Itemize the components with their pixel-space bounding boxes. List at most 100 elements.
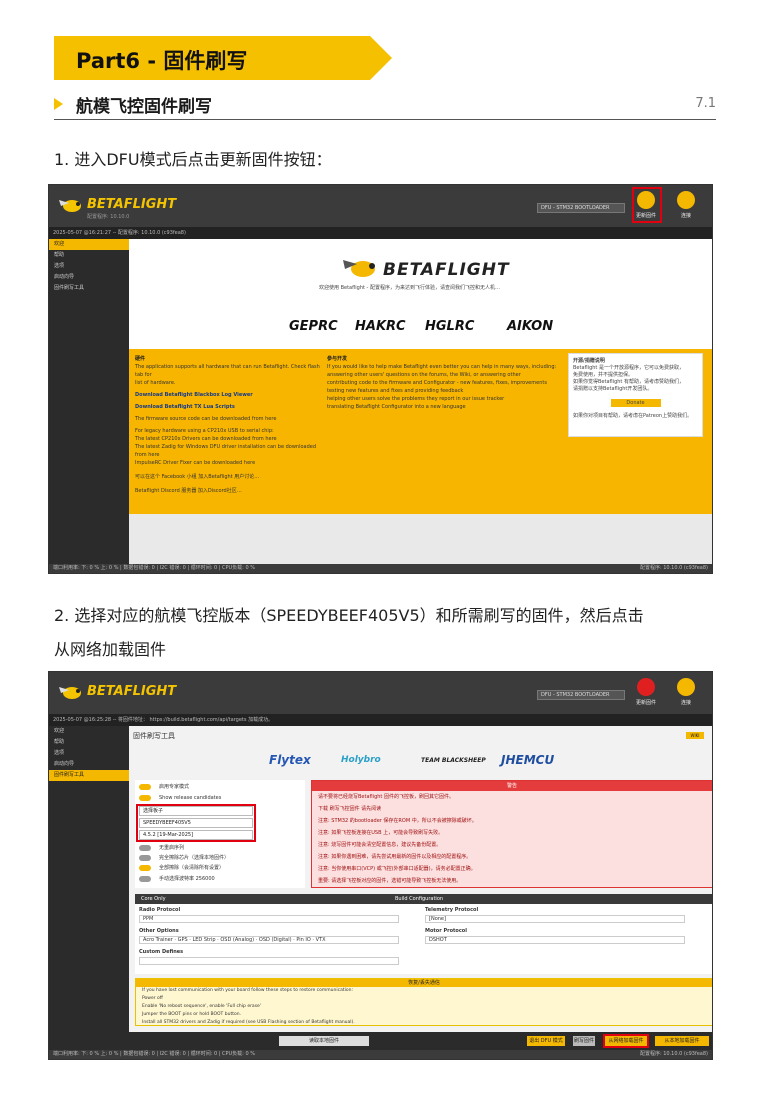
hardware-line: The latest Zadig for Windows DFU driver … [135,444,317,458]
wiki-button[interactable]: WIKI [686,732,704,739]
tool-title: 固件刷写工具 [133,732,175,740]
hardware-column: 硬件 The application supports all hardware… [135,355,320,495]
blackbox-link[interactable]: Download Betaflight Blackbox Log Viewer [135,391,320,399]
flasher-footer: 读取本地固件 退出 DFU 模式 刷写固件 从网络加载固件 从本地加载固件 [129,1032,712,1050]
build-configuration: Core Only Build Configuration Radio Prot… [135,894,712,974]
option-chip[interactable]: Pin IO [296,937,310,943]
recovery-line: Enable 'No reboot sequence', enable 'Ful… [142,1004,262,1009]
contribute-line: contributing code to the firmware and Co… [327,380,547,386]
no-reboot-toggle[interactable]: 无重启序列 [139,844,184,852]
sidebar-item-help[interactable]: 帮助 [49,737,129,748]
option-chip[interactable]: OSD (Analog) [220,937,254,943]
recovery-line: Jumper the BOOT pins or hold BOOT button… [142,1012,242,1017]
option-chip[interactable]: VTX [316,937,326,943]
option-chip[interactable]: OSD (Digital) [259,937,292,943]
recovery-line: Install all STM32 drivers and Zadig if r… [142,1020,355,1025]
facebook-text[interactable]: 可以在这个 Facebook 小组 加入Betaflight 用户讨论… [135,473,320,481]
plug-icon [677,191,695,209]
radio-protocol-select[interactable]: PPM [139,915,399,923]
warning-title: 警告 [312,781,712,791]
brand-logo: GEPRC [289,319,338,334]
warning-line: 注意: 当你使用串口(VCP) 或飞控(外部串口适配器)，请务必配置正确。 [318,866,476,872]
donate-card-line: 如果你觉得Betaflight 有帮助，请考虑赞助我们， [573,379,684,385]
connect-button[interactable]: 连接 [673,189,699,221]
toggle-switch[interactable] [139,864,151,871]
connect-button[interactable]: 连接 [673,676,699,708]
toggle-switch[interactable] [139,844,151,851]
contribute-column: 参与开发 If you would like to help make Beta… [327,355,559,411]
sidebar-item-welcome[interactable]: 欢迎 [49,239,129,250]
welcome-text: 欢迎使用 Betaflight - 配置程序，为来达到飞行体验，请查阅我们飞控和… [319,285,500,291]
other-options-select[interactable]: Acro Trainer · GPS · LED Strip · OSD (An… [139,936,399,944]
full-erase-toggle[interactable]: 全部擦除（会清除所有设置） [139,864,224,872]
full-erase-local-toggle[interactable]: 完全擦除芯片（选择本地固件） [139,854,229,862]
port-select[interactable]: DFU - STM32 BOOTLOADER [537,690,625,700]
toggle-switch[interactable] [139,783,151,790]
highlight-box [603,1034,649,1048]
step1-text: 1. 进入DFU模式后点击更新固件按钮： [54,150,332,169]
part-title: Part6 - 固件刷写 [76,49,248,73]
highlight-box [632,187,662,223]
sidebar-item-options[interactable]: 选项 [49,748,129,759]
load-local-button[interactable]: 读取本地固件 [279,1036,369,1046]
port-utilization: 端口利用率: 下: 0 % 上: 0 % | 数据包错误: 0 | I2C 错误… [53,565,255,571]
sidebar-item-flasher[interactable]: 固件刷写工具 [49,283,129,294]
hardware-line: list of hardware. [135,380,176,386]
recovery-line: Power off [142,996,163,1001]
telemetry-protocol-select[interactable]: [None] [425,915,685,923]
sidebar-item-flasher[interactable]: 固件刷写工具 [49,770,129,781]
sidebar-item-help[interactable]: 帮助 [49,250,129,261]
donate-button[interactable]: Donate [610,399,661,407]
hardware-line: The latest CP210x Drivers can be downloa… [135,436,277,442]
warning-line: 注意: 烧写固件可能会清空配置信息，建议先备份配置。 [318,842,442,848]
load-file-button[interactable]: 从本地加载固件 [655,1036,709,1046]
app-topbar: BETAFLIGHT 配置程序: 10.10.0 DFU - STM32 BOO… [49,185,712,227]
sidebar-item-options[interactable]: 选项 [49,261,129,272]
brand-logo: Holybro [341,755,381,765]
expert-mode-toggle[interactable]: 启用专家模式 [139,783,189,791]
app-name: BETAFLIGHT [87,197,177,212]
bee-icon [59,687,81,699]
configurator-version: 配置程序: 10.10.0 (c93fea8) [639,565,708,571]
discord-text[interactable]: Betaflight Discord 服务器 加入Discord社区… [135,487,320,495]
sidebar-item-wizard[interactable]: 启动向导 [49,272,129,283]
option-label: 完全擦除芯片（选择本地固件） [159,855,230,861]
toggle-switch[interactable] [139,875,151,882]
release-candidates-toggle[interactable]: Show release candidates [139,794,221,802]
brand-logo: HAKRC [355,319,406,334]
sidebar-item-wizard[interactable]: 启动向导 [49,759,129,770]
exit-dfu-button[interactable]: 退出 DFU 模式 [527,1036,565,1046]
part-banner: Part6 - 固件刷写 [54,36,392,80]
flash-firmware-button[interactable]: 刷写固件 [573,1036,595,1046]
option-chip[interactable]: Acro Trainer [143,937,173,943]
donate-card: 开源/捐赠说明 Betaflight 是一个开放源程序，它可以免费获取， 免费使… [568,353,703,437]
option-chip[interactable]: LED Strip [192,937,215,943]
page-number: 7.1 [695,96,716,111]
option-label: 手动选择波特率 [159,876,195,882]
hero-title: BETAFLIGHT [383,260,510,280]
toggle-switch[interactable] [139,854,151,861]
other-options-label: Other Options [139,928,179,934]
screenshot-welcome: BETAFLIGHT 配置程序: 10.10.0 DFU - STM32 BOO… [48,184,713,574]
section-title: 航模飞控固件刷写 [76,97,212,117]
sidebar: 欢迎 帮助 选项 启动向导 固件刷写工具 [49,239,129,566]
baud-value[interactable]: 256000 [196,876,215,882]
toggle-switch[interactable] [139,794,151,801]
brand-logos: GEPRC HAKRC HGLRC AIKON [289,319,589,339]
custom-defines-input[interactable] [139,957,399,965]
step2-text-line2: 从网络加载固件 [54,640,167,659]
manual-baud-toggle[interactable]: 手动选择波特率 256000 [139,875,215,883]
bee-icon [59,200,81,212]
warning-panel: 警告 请不要将已经烧写Betaflight 固件的飞控板，刷回其它固件。 下载 … [311,780,712,888]
option-chip[interactable]: GPS [178,937,188,943]
update-firmware-button[interactable]: 更新固件 [633,676,659,708]
core-only-toggle[interactable]: Core Only [141,896,166,902]
port-select[interactable]: DFU - STM32 BOOTLOADER [537,203,625,213]
radio-protocol-label: Radio Protocol [139,907,181,913]
motor-protocol-select[interactable]: DSHOT [425,936,685,944]
lua-link[interactable]: Download Betaflight TX Lua Scripts [135,403,320,411]
sidebar-item-welcome[interactable]: 欢迎 [49,726,129,737]
sidebar: 欢迎 帮助 选项 启动向导 固件刷写工具 [49,726,129,1052]
contribute-line: translating Betaflight Configurator into… [327,404,466,410]
brand-logo: AIKON [507,319,554,334]
